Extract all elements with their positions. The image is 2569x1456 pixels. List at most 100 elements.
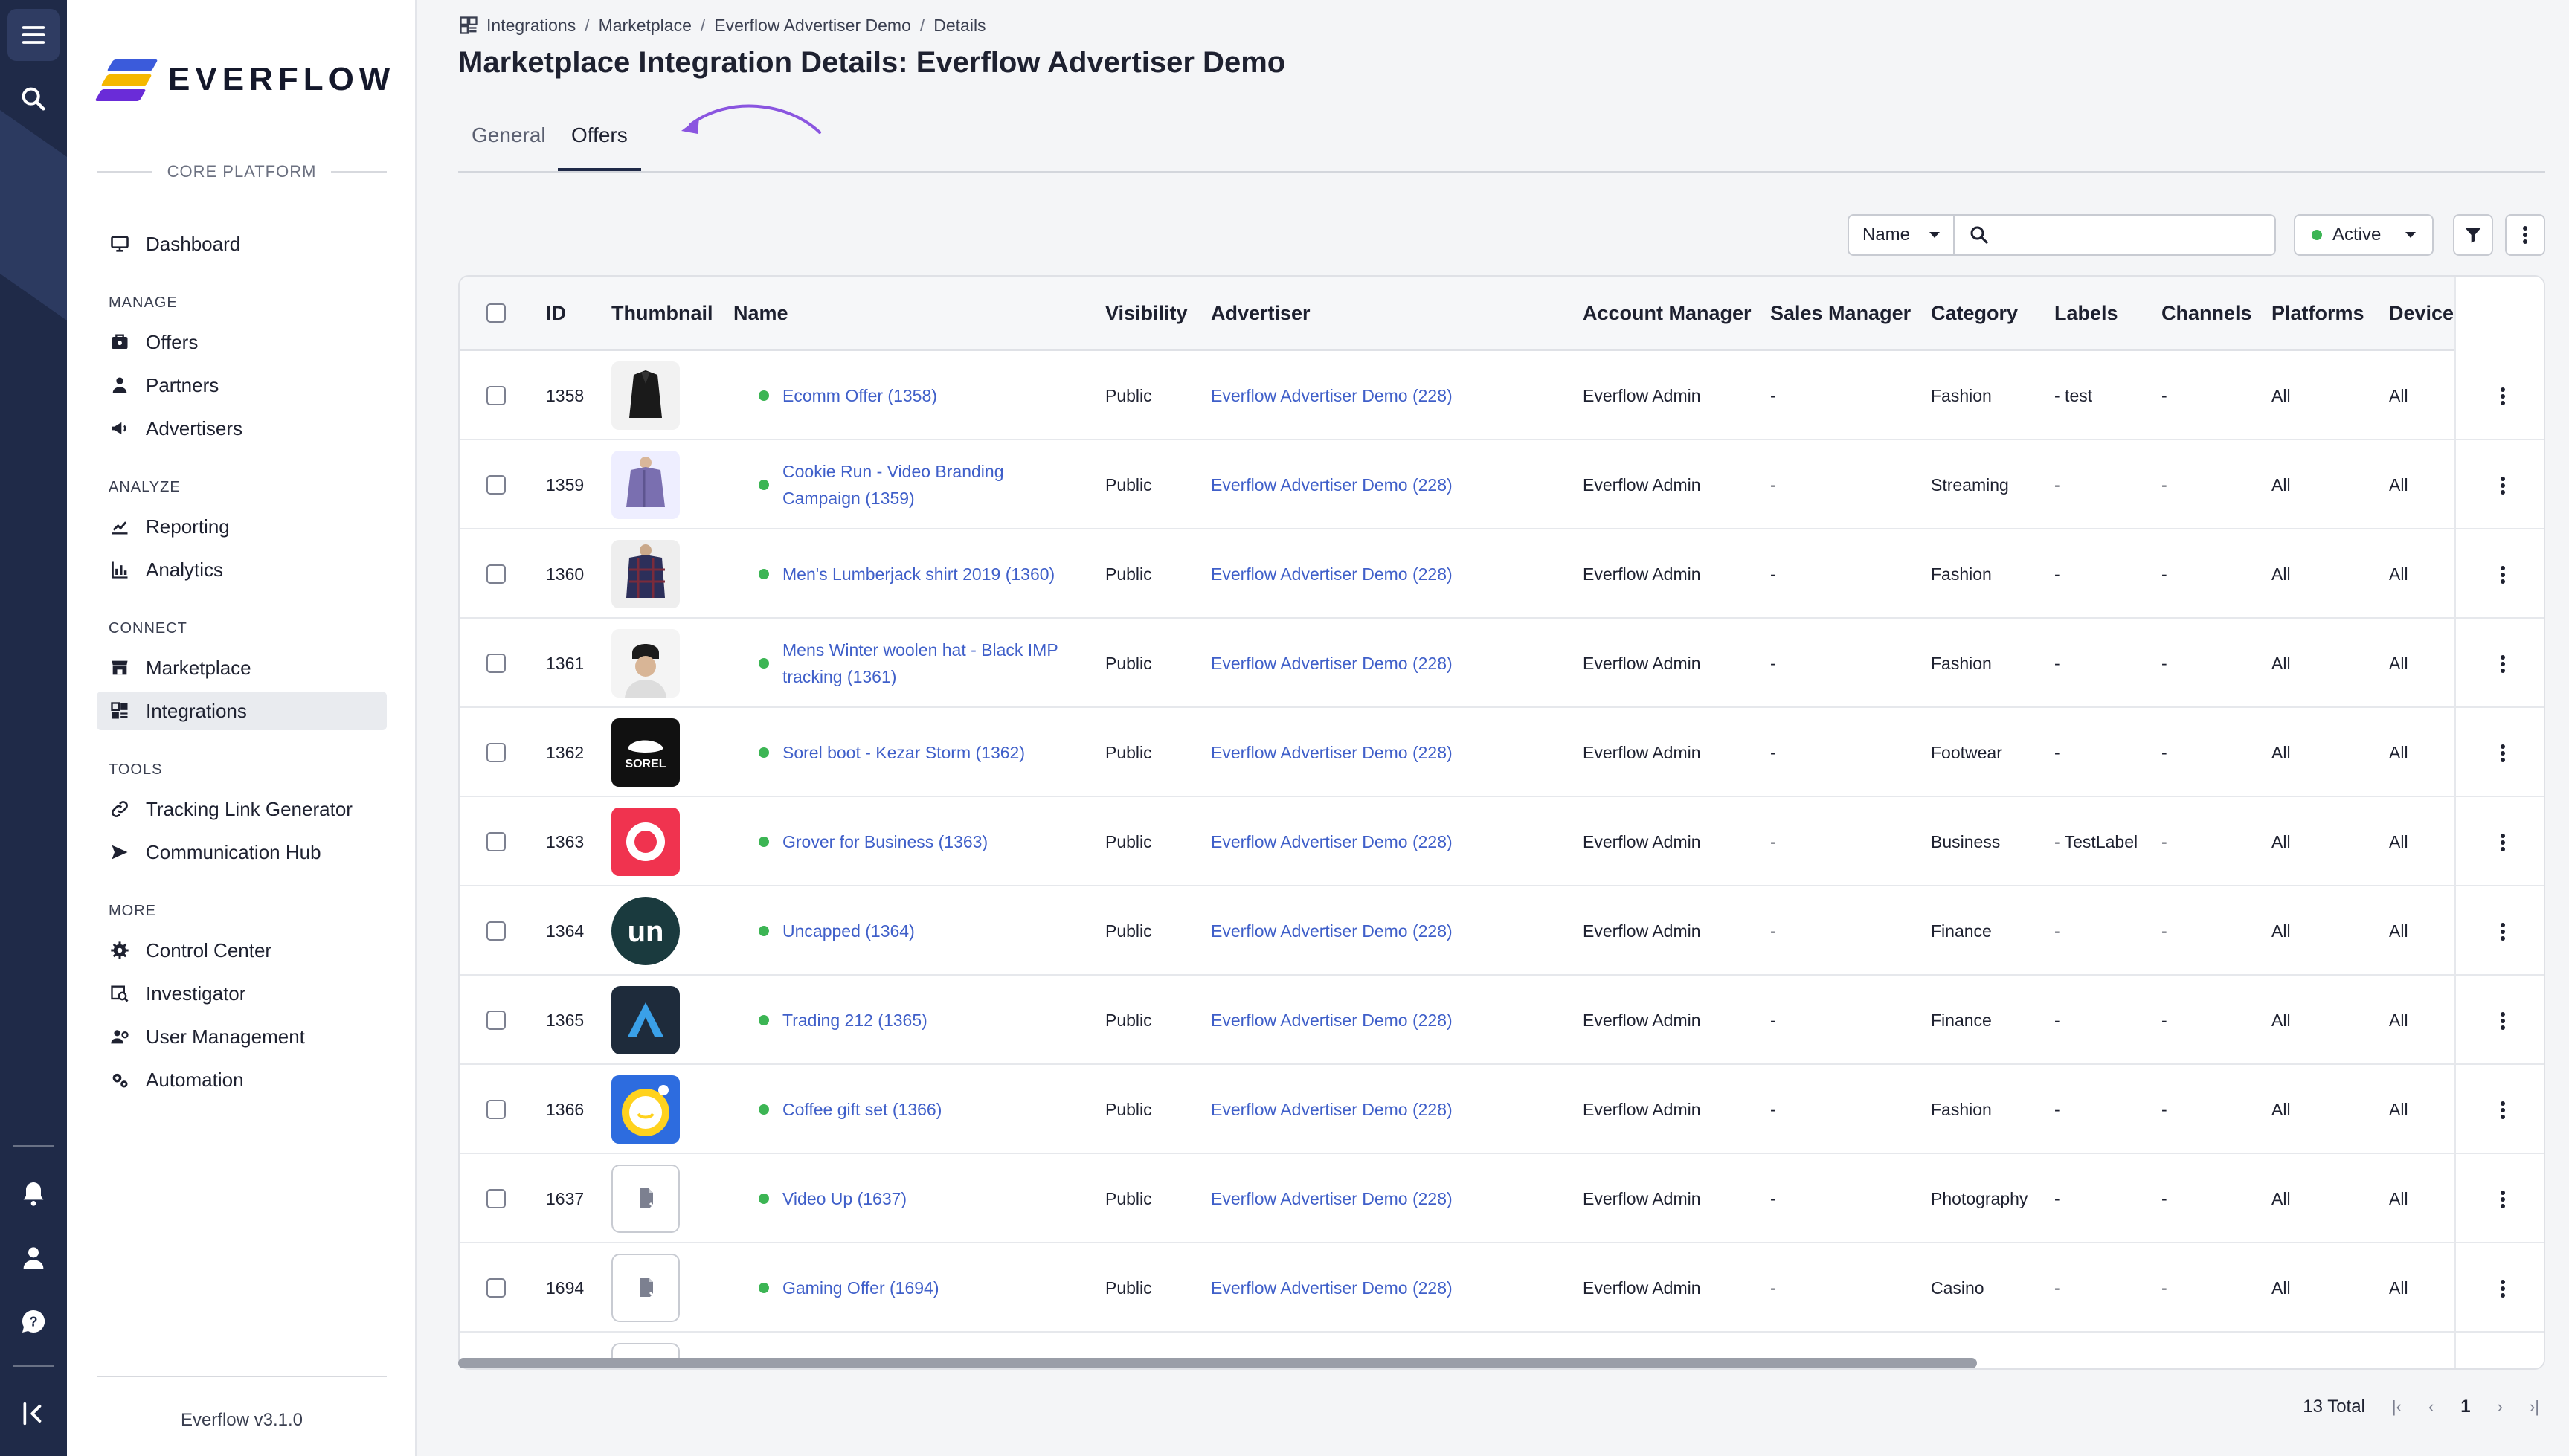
- everflow-logo[interactable]: EVERFLOW: [94, 54, 395, 106]
- sidebar-item-reporting[interactable]: Reporting: [97, 507, 387, 546]
- table-row[interactable]: 1360 Men's Lumberjack shirt 2019 (1360) …: [460, 529, 2544, 619]
- search-box[interactable]: [1955, 214, 2276, 256]
- sidebar-item-automation[interactable]: Automation: [97, 1060, 387, 1099]
- row-actions-kebab-icon[interactable]: [2501, 653, 2505, 675]
- row-checkbox[interactable]: [486, 1189, 506, 1208]
- tab-general[interactable]: General: [458, 123, 559, 171]
- offer-name-link[interactable]: Trading 212 (1365): [782, 1007, 927, 1034]
- offer-name-link[interactable]: Ecomm Offer (1358): [782, 382, 937, 409]
- column-header-category[interactable]: Category: [1931, 302, 2018, 325]
- help-button[interactable]: ?: [7, 1295, 60, 1347]
- sidebar-item-communication-hub[interactable]: Communication Hub: [97, 833, 387, 872]
- sidebar-item-tracking-link-generator[interactable]: Tracking Link Generator: [97, 790, 387, 828]
- search-field-select[interactable]: Name: [1848, 214, 1955, 256]
- row-checkbox[interactable]: [486, 475, 506, 495]
- profile-button[interactable]: [7, 1231, 60, 1283]
- breadcrumb-integration[interactable]: Everflow Advertiser Demo: [714, 16, 911, 36]
- table-row[interactable]: 1364 un Uncapped (1364) Public Everflow …: [460, 886, 2544, 976]
- sidebar-item-advertisers[interactable]: Advertisers: [97, 409, 387, 448]
- row-actions-kebab-icon[interactable]: [2501, 1188, 2505, 1211]
- select-all-checkbox[interactable]: [486, 303, 506, 323]
- table-row[interactable]: 1361 Mens Winter woolen hat - Black IMP …: [460, 619, 2544, 708]
- column-header-labels[interactable]: Labels: [2054, 302, 2118, 325]
- column-header-name[interactable]: Name: [733, 302, 788, 325]
- offer-name-link[interactable]: Video Up (1637): [782, 1185, 907, 1212]
- offer-name-link[interactable]: Gaming Offer (1694): [782, 1275, 939, 1301]
- sidebar-item-control-center[interactable]: Control Center: [97, 931, 387, 970]
- column-header-account-manager[interactable]: Account Manager: [1583, 302, 1752, 325]
- sidebar-item-offers[interactable]: Offers: [97, 323, 387, 361]
- table-row[interactable]: 1358 Ecomm Offer (1358) Public Everflow …: [460, 351, 2544, 440]
- offer-name-link[interactable]: Men's Lumberjack shirt 2019 (1360): [782, 561, 1055, 587]
- breadcrumb-integrations[interactable]: Integrations: [486, 16, 576, 36]
- row-actions-kebab-icon[interactable]: [2501, 742, 2505, 764]
- advertiser-link[interactable]: Everflow Advertiser Demo (228): [1211, 1278, 1453, 1298]
- current-page[interactable]: 1: [2460, 1397, 2470, 1417]
- filter-button[interactable]: [2453, 214, 2493, 256]
- row-checkbox[interactable]: [486, 386, 506, 405]
- table-row[interactable]: 1637 Video Up (1637) Public Everflow Adv…: [460, 1154, 2544, 1243]
- column-header-advertiser[interactable]: Advertiser: [1211, 302, 1311, 325]
- rail-search-button[interactable]: [7, 73, 60, 125]
- first-page-button[interactable]: |‹: [2392, 1397, 2402, 1417]
- row-actions-kebab-icon[interactable]: [2501, 385, 2505, 408]
- row-actions-kebab-icon[interactable]: [2501, 1278, 2505, 1300]
- row-checkbox[interactable]: [486, 1278, 506, 1298]
- sidebar-item-dashboard[interactable]: Dashboard: [97, 225, 387, 263]
- offer-name-link[interactable]: Coffee gift set (1366): [782, 1096, 942, 1123]
- menu-button[interactable]: [7, 9, 60, 61]
- row-checkbox[interactable]: [486, 743, 506, 762]
- row-actions-kebab-icon[interactable]: [2501, 831, 2505, 854]
- row-checkbox[interactable]: [486, 921, 506, 941]
- table-row[interactable]: 1694 Gaming Offer (1694) Public Everflow…: [460, 1243, 2544, 1333]
- search-input[interactable]: [1999, 225, 2267, 245]
- row-actions-kebab-icon[interactable]: [2501, 474, 2505, 497]
- status-filter-select[interactable]: Active: [2294, 214, 2434, 256]
- horizontal-scrollbar[interactable]: [458, 1356, 2545, 1370]
- advertiser-link[interactable]: Everflow Advertiser Demo (228): [1211, 921, 1453, 941]
- column-header-channels[interactable]: Channels: [2161, 302, 2252, 325]
- sidebar-item-analytics[interactable]: Analytics: [97, 550, 387, 589]
- advertiser-link[interactable]: Everflow Advertiser Demo (228): [1211, 1189, 1453, 1209]
- sidebar-item-partners[interactable]: Partners: [97, 366, 387, 405]
- row-checkbox[interactable]: [486, 1011, 506, 1030]
- column-header-id[interactable]: ID: [546, 302, 566, 325]
- advertiser-link[interactable]: Everflow Advertiser Demo (228): [1211, 1100, 1453, 1120]
- advertiser-link[interactable]: Everflow Advertiser Demo (228): [1211, 564, 1453, 584]
- scrollbar-thumb[interactable]: [458, 1358, 1977, 1368]
- advertiser-link[interactable]: Everflow Advertiser Demo (228): [1211, 475, 1453, 495]
- tab-offers[interactable]: Offers: [558, 123, 641, 171]
- offer-name-link[interactable]: Sorel boot - Kezar Storm (1362): [782, 739, 1025, 766]
- collapse-sidebar-button[interactable]: [7, 1388, 60, 1440]
- column-header-device[interactable]: Device: [2389, 302, 2454, 325]
- offer-name-link[interactable]: Uncapped (1364): [782, 918, 915, 944]
- table-row[interactable]: 1359 Cookie Run - Video Branding Campaig…: [460, 440, 2544, 529]
- sidebar-item-integrations[interactable]: Integrations: [97, 692, 387, 730]
- advertiser-link[interactable]: Everflow Advertiser Demo (228): [1211, 1011, 1453, 1031]
- column-header-visibility[interactable]: Visibility: [1105, 302, 1188, 325]
- table-row[interactable]: 1363 Grover for Business (1363) Public E…: [460, 797, 2544, 886]
- more-options-button[interactable]: [2505, 214, 2545, 256]
- row-actions-kebab-icon[interactable]: [2501, 1010, 2505, 1032]
- row-checkbox[interactable]: [486, 654, 506, 673]
- advertiser-link[interactable]: Everflow Advertiser Demo (228): [1211, 654, 1453, 674]
- row-actions-kebab-icon[interactable]: [2501, 564, 2505, 586]
- prev-page-button[interactable]: ‹: [2428, 1397, 2434, 1417]
- advertiser-link[interactable]: Everflow Advertiser Demo (228): [1211, 743, 1453, 763]
- table-row[interactable]: 1362 SOREL Sorel boot - Kezar Storm (136…: [460, 708, 2544, 797]
- sidebar-item-marketplace[interactable]: Marketplace: [97, 648, 387, 687]
- row-checkbox[interactable]: [486, 1100, 506, 1119]
- row-actions-kebab-icon[interactable]: [2501, 1099, 2505, 1121]
- column-header-platforms[interactable]: Platforms: [2271, 302, 2364, 325]
- sidebar-item-investigator[interactable]: Investigator: [97, 974, 387, 1013]
- advertiser-link[interactable]: Everflow Advertiser Demo (228): [1211, 386, 1453, 406]
- column-header-sales-manager[interactable]: Sales Manager: [1770, 302, 1911, 325]
- row-actions-kebab-icon[interactable]: [2501, 921, 2505, 943]
- table-row[interactable]: 1366 Coffee gift set (1366) Public Everf…: [460, 1065, 2544, 1154]
- row-checkbox[interactable]: [486, 564, 506, 584]
- offer-name-link[interactable]: Mens Winter woolen hat - Black IMP track…: [782, 637, 1078, 690]
- offer-name-link[interactable]: Cookie Run - Video Branding Campaign (13…: [782, 458, 1078, 512]
- last-page-button[interactable]: ›|: [2530, 1397, 2539, 1417]
- next-page-button[interactable]: ›: [2498, 1397, 2503, 1417]
- advertiser-link[interactable]: Everflow Advertiser Demo (228): [1211, 832, 1453, 852]
